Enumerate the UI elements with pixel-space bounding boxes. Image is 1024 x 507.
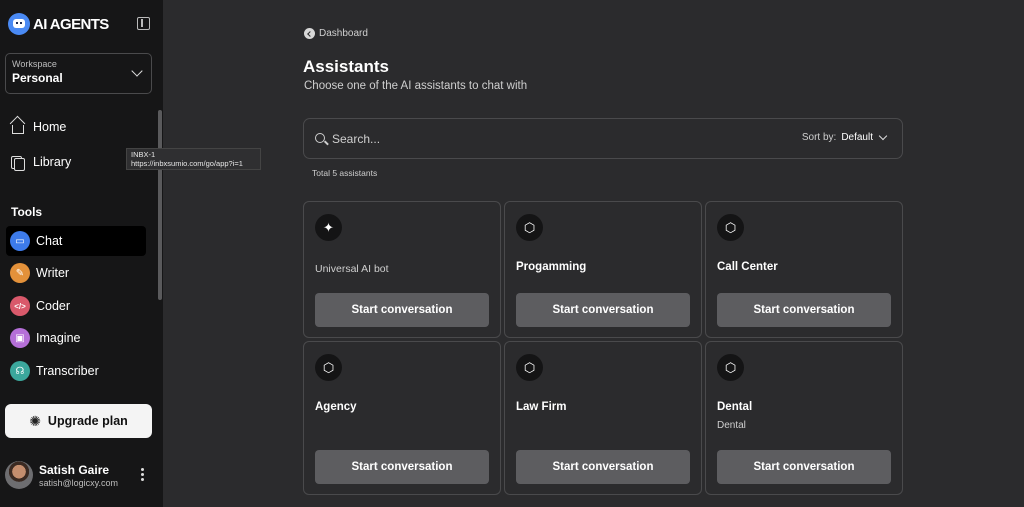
workspace-select[interactable]: Workspace Personal — [5, 53, 152, 94]
assistant-card: ✦ Universal AI bot Start conversation — [303, 201, 501, 338]
page-title: Assistants — [303, 57, 389, 76]
tooltip-title: INBX-1 — [131, 150, 156, 159]
total-count: Total 5 assistants — [312, 168, 378, 178]
search-input[interactable] — [332, 129, 632, 149]
card-title: Call Center — [717, 261, 778, 273]
sidebar: AI AGENTS Workspace Personal Home Librar… — [0, 0, 163, 507]
coder-icon: </> — [10, 296, 30, 316]
upgrade-plan-button[interactable]: ✺ Upgrade plan — [5, 404, 152, 438]
avatar — [5, 461, 33, 489]
collapse-sidebar-icon[interactable] — [137, 17, 150, 30]
tool-label: Transcriber — [36, 364, 99, 378]
link-tooltip: INBX-1 https://inbxsumio.com/go/app?i=1 — [126, 148, 261, 170]
nav-item-home[interactable]: Home — [10, 119, 66, 134]
assistant-card: ⬡ Progamming Start conversation — [504, 201, 702, 338]
assistant-card: ⬡ Call Center Start conversation — [705, 201, 903, 338]
transcriber-icon: ☊ — [10, 361, 30, 381]
writer-icon: ✎ — [10, 263, 30, 283]
assistant-card: ⬡ Law Firm Start conversation — [504, 341, 702, 495]
card-title: Dental — [717, 401, 753, 413]
page-subtitle: Choose one of the AI assistants to chat … — [304, 80, 528, 92]
tooltip-url: https://inbxsumio.com/go/app?i=1 — [131, 159, 243, 168]
start-conversation-button[interactable]: Start conversation — [516, 293, 690, 327]
more-options-icon[interactable] — [141, 468, 144, 471]
tool-coder[interactable]: </> Coder — [6, 291, 146, 321]
chat-icon: ▭ — [10, 231, 30, 251]
cube-icon: ⬡ — [717, 354, 744, 381]
sort-value: Default — [841, 132, 873, 143]
sort-label: Sort by: — [801, 132, 837, 143]
workspace-label: Workspace — [12, 59, 57, 69]
sparkle-icon: ✦ — [315, 214, 342, 241]
workspace-value: Personal — [12, 71, 63, 85]
tool-chat[interactable]: ▭ Chat — [6, 226, 146, 256]
tool-label: Imagine — [36, 331, 81, 345]
start-conversation-button[interactable]: Start conversation — [516, 450, 690, 484]
user-profile[interactable]: Satish Gaire satish@logicxy.com — [5, 459, 155, 493]
start-conversation-button[interactable]: Start conversation — [315, 450, 489, 484]
card-title: Universal AI bot — [315, 263, 389, 275]
cube-icon: ⬡ — [717, 214, 744, 241]
sort-dropdown[interactable]: Sort by: Default — [801, 131, 888, 143]
nav-item-label: Home — [33, 119, 67, 134]
brand-name: AI AGENTS — [33, 15, 109, 33]
card-subtitle: Dental — [717, 420, 746, 431]
start-conversation-button[interactable]: Start conversation — [717, 450, 891, 484]
spinner-icon: ✺ — [29, 412, 41, 429]
search-bar: Sort by: Default — [303, 118, 903, 159]
tool-label: Chat — [36, 234, 63, 248]
tool-writer[interactable]: ✎ Writer — [6, 258, 146, 288]
card-title: Progamming — [516, 261, 587, 273]
nav-item-library[interactable]: Library — [10, 154, 72, 171]
robot-logo-icon — [8, 13, 30, 35]
cube-icon: ⬡ — [516, 354, 543, 381]
user-email: satish@logicxy.com — [39, 478, 118, 488]
sidebar-scrollbar[interactable] — [158, 110, 162, 300]
tool-label: Writer — [36, 266, 70, 280]
cube-icon: ⬡ — [315, 354, 342, 381]
upgrade-label: Upgrade plan — [47, 414, 128, 428]
nav-item-label: Library — [33, 155, 72, 169]
cube-icon: ⬡ — [516, 214, 543, 241]
search-icon — [315, 133, 325, 143]
tool-label: Coder — [36, 299, 71, 313]
breadcrumb-label: Dashboard — [319, 28, 368, 39]
tools-section-title: Tools — [11, 205, 43, 219]
imagine-icon: ▣ — [10, 328, 30, 348]
user-name: Satish Gaire — [39, 463, 110, 477]
card-title: Agency — [315, 401, 357, 413]
tool-imagine[interactable]: ▣ Imagine — [6, 323, 146, 353]
start-conversation-button[interactable]: Start conversation — [717, 293, 891, 327]
breadcrumb[interactable]: Dashboard — [304, 28, 368, 39]
tool-transcriber[interactable]: ☊ Transcriber — [6, 356, 146, 386]
assistant-card: ⬡ Dental Dental Start conversation — [705, 341, 903, 495]
assistant-card: ⬡ Agency Start conversation — [303, 341, 501, 495]
card-title: Law Firm — [516, 401, 567, 413]
brand[interactable]: AI AGENTS — [8, 13, 109, 35]
back-arrow-icon — [304, 28, 315, 39]
library-icon — [10, 154, 26, 171]
chevron-down-icon — [878, 131, 888, 141]
start-conversation-button[interactable]: Start conversation — [315, 293, 489, 327]
home-icon — [12, 125, 24, 134]
